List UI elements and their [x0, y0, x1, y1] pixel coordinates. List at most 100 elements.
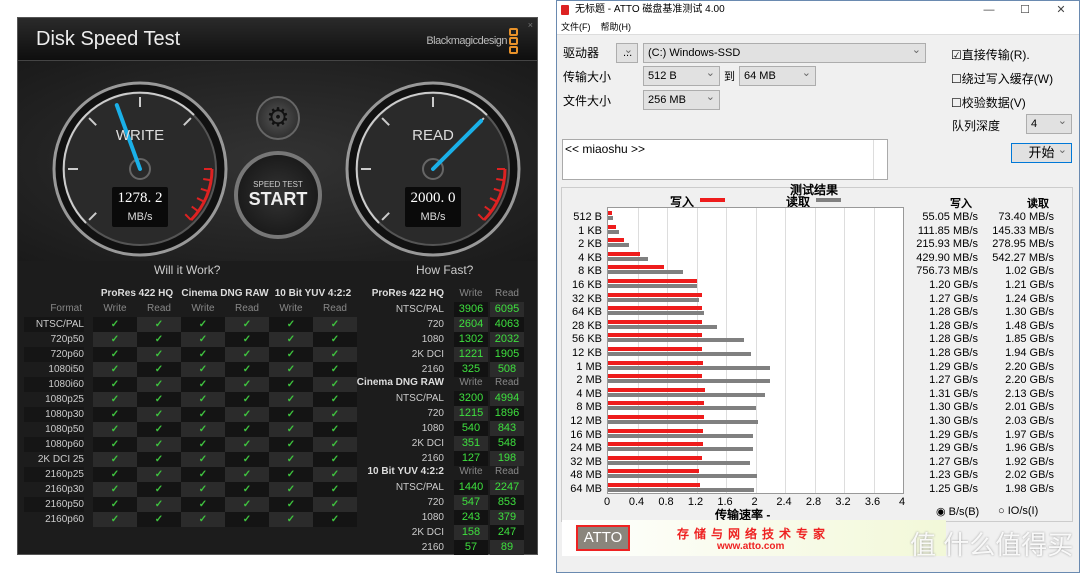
app-icon [561, 5, 569, 15]
write-header: Write [279, 303, 303, 314]
description-textarea[interactable]: << miaoshu >> [562, 139, 888, 180]
scrollbar[interactable] [873, 140, 887, 179]
write-header: Write [459, 377, 483, 388]
read-value: 1.97 GB/s [1005, 428, 1054, 441]
write-value: 1.27 GB/s [929, 292, 978, 305]
start-button[interactable]: SPEED TEST START [234, 151, 322, 239]
menu-help[interactable]: 帮助(H) [601, 22, 632, 32]
format-label: 2K DCI [411, 527, 444, 538]
x-tick-label: 3.6 [864, 496, 881, 508]
x-tick-label: 3.2 [835, 496, 851, 508]
write-bar [608, 455, 702, 460]
x-tick-label: 1.2 [687, 496, 704, 508]
write-bar [608, 333, 703, 338]
read-value: 2000. 0 [410, 190, 456, 206]
check-icon: ✓ [225, 407, 269, 422]
check-icon: ✓ [313, 332, 357, 347]
read-bar [608, 270, 684, 275]
menu-file[interactable]: 文件(F) [561, 22, 591, 32]
queue-depth-select[interactable]: 4 [1026, 112, 1072, 134]
format-label: 1080 [421, 423, 444, 434]
check-icon: ✓ [93, 317, 137, 332]
verify-data-checkbox[interactable]: ☐校验数据(V) [951, 94, 1026, 111]
drive-label: 驱动器 [563, 46, 600, 60]
check-icon: ✓ [93, 512, 137, 527]
to-label: 到 [724, 71, 735, 83]
check-icon: ✓ [225, 332, 269, 347]
read-value: 2.02 GB/s [1005, 469, 1054, 482]
check-icon: ✓ [225, 422, 269, 437]
format-label: NTSC/PAL [24, 317, 84, 332]
bypass-cache-checkbox[interactable]: ☐绕过写入缓存(W) [951, 70, 1053, 87]
write-label: WRITE [115, 127, 165, 144]
bytes-radio[interactable]: ◉ B/s(B) [936, 505, 979, 518]
write-value: 1.29 GB/s [929, 442, 978, 455]
transfer-to-select[interactable]: 64 MB [739, 64, 816, 86]
read-value: 1.94 GB/s [1005, 347, 1054, 359]
read-bar [608, 216, 614, 220]
y-category-label: 16 KB [572, 279, 602, 291]
check-icon: ✓ [269, 407, 313, 422]
banner-url[interactable]: www.atto.com [717, 541, 784, 552]
file-size-select[interactable]: 256 MB [643, 88, 720, 110]
read-bar [608, 379, 771, 384]
check-icon: ✓ [313, 407, 357, 422]
check-icon: ✓ [181, 347, 225, 362]
check-icon: ✓ [181, 407, 225, 422]
maximize-button[interactable]: ☐ [1007, 1, 1043, 19]
drive-select[interactable]: (C:) Windows-SSD [643, 41, 926, 63]
gridline [844, 208, 845, 493]
read-value: 278.95 MB/s [992, 238, 1054, 251]
minimize-button[interactable]: — [971, 1, 1007, 19]
check-icon: ✓ [269, 392, 313, 407]
checkbox-icon: ☐ [951, 72, 962, 86]
y-category-label: 8 KB [578, 265, 602, 278]
read-fps: 379 [490, 510, 524, 525]
check-icon: ✓ [269, 452, 313, 467]
check-icon: ✓ [181, 377, 225, 392]
bytes-radio-label: B/s(B) [948, 506, 980, 518]
browse-button[interactable]: ... [616, 41, 638, 63]
read-bar [608, 474, 757, 479]
banner-slogan: 存储与网络技术专家 [677, 527, 831, 541]
start-button[interactable]: 开始 [1011, 141, 1072, 163]
settings-gear-button[interactable]: ⚙ [256, 96, 300, 140]
check-icon: ✓ [225, 452, 269, 467]
format-label: NTSC/PAL [395, 393, 444, 404]
read-value: 2.13 GB/s [1005, 387, 1054, 400]
atto-banner[interactable]: ATTO 存储与网络技术专家 www.atto.com [562, 520, 946, 556]
format-label: 1080 [421, 334, 444, 345]
check-icon: ✓ [181, 317, 225, 332]
format-label: 720 [427, 497, 444, 508]
format-label: 2160p60 [45, 514, 84, 525]
write-value: 1.28 GB/s [929, 347, 978, 359]
check-icon: ✓ [313, 347, 357, 362]
check-icon: ✓ [181, 512, 225, 527]
group-header: Cinema DNG RAW [356, 377, 444, 388]
read-fps: 853 [490, 495, 524, 510]
check-icon: ✓ [137, 392, 181, 407]
check-icon: ✓ [313, 437, 357, 452]
io-radio[interactable]: ○ IO/s(I) [998, 505, 1038, 517]
write-header: Write [103, 303, 127, 314]
direct-io-checkbox[interactable]: ☑直接传输(R). [951, 46, 1030, 63]
write-fps: 1302 [454, 332, 488, 347]
read-bar [608, 324, 718, 329]
check-icon: ✓ [181, 422, 225, 437]
format-label: 2160p30 [45, 484, 84, 495]
read-fps: 89 [490, 540, 524, 555]
close-button[interactable]: ✕ [1043, 1, 1079, 19]
check-icon: ✓ [269, 317, 313, 332]
read-bar [608, 338, 745, 343]
format-label: 1080i60 [24, 377, 84, 392]
check-icon: ✓ [269, 362, 313, 377]
format-label: NTSC/PAL [395, 482, 444, 493]
format-label: 2K DCI [411, 349, 444, 360]
format-label: 2K DCI 25 [37, 454, 84, 465]
brand-logo-text: Blackmagicdesign [426, 35, 507, 47]
check-icon: ✓ [137, 512, 181, 527]
write-value: 429.90 MB/s [916, 251, 978, 264]
write-fps: 158 [454, 525, 488, 540]
transfer-from-select[interactable]: 512 B [643, 64, 720, 86]
close-button[interactable]: × [528, 20, 533, 30]
